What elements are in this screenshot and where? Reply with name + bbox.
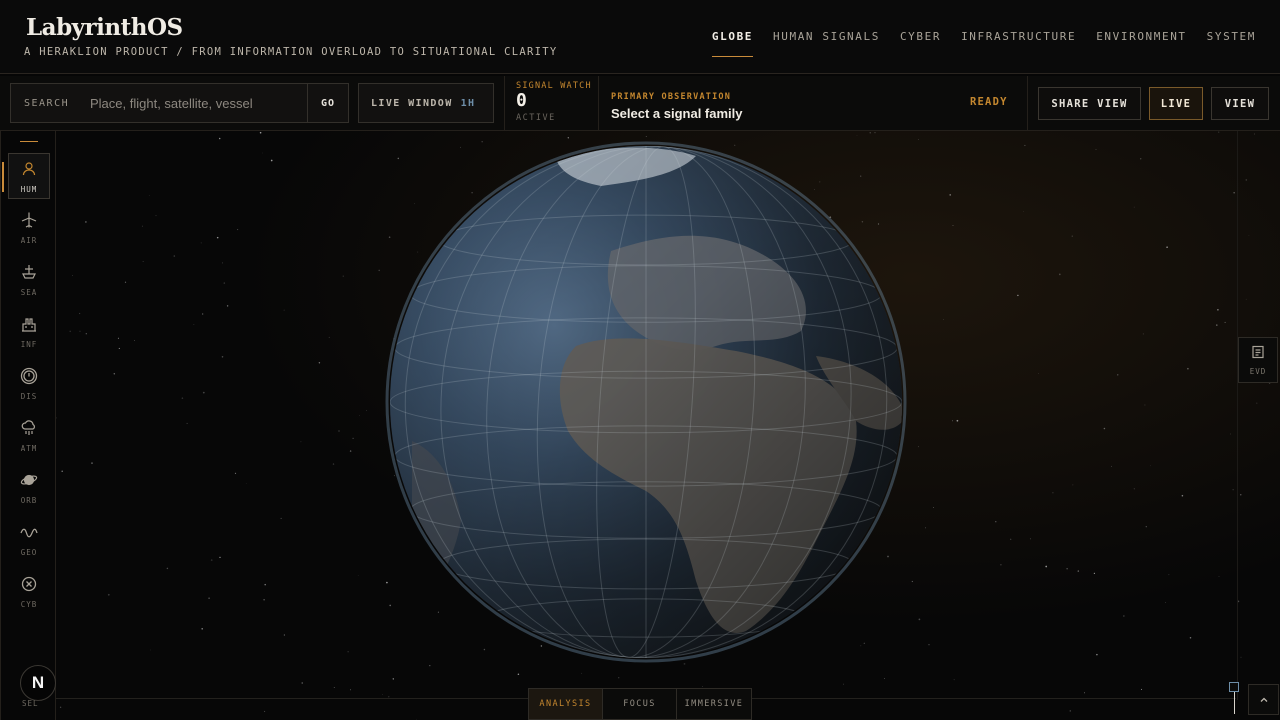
rail-item-label: DIS [20,392,38,401]
mode-immersive[interactable]: IMMERSIVE [677,689,751,719]
rail-item-label: AIR [20,236,38,245]
evidence-panel-label: EVD [1249,367,1267,376]
live-button[interactable]: LIVE [1149,87,1203,120]
signal-watch-sub: ACTIVE [516,113,556,123]
factory-icon [22,318,36,332]
rail-item-label: GEO [20,548,38,557]
nav-cyber[interactable]: CYBER [900,30,941,57]
rail-item-geo[interactable]: GEO [8,517,50,563]
person-icon [22,162,36,176]
airplane-icon [21,212,37,228]
document-icon [1252,345,1264,359]
rail-sel-label: SEL [22,699,39,708]
rail-item-label: SEA [20,288,38,297]
signal-watch-count: 0 [516,90,527,111]
rail-item-label: CYB [20,600,38,609]
search-box: SEARCH GO [10,83,349,123]
live-window-label: LIVE WINDOW [371,97,453,109]
rail-indicator [20,141,38,142]
status-badge: READY [970,96,1008,108]
rail-item-label: INF [20,340,38,349]
globe-viewport[interactable] [56,131,1280,720]
rail-item-hum[interactable]: HUM [2,153,50,199]
timeline-playhead [1234,692,1235,714]
brand-tagline: A HERAKLION PRODUCT / FROM INFORMATION O… [24,46,558,58]
evidence-panel-toggle[interactable]: EVD [1238,337,1278,383]
alert-circle-icon [20,367,38,385]
left-rail: HUM AIR SEA INF DIS ATM ORB GEO CYB N SE… [0,131,56,720]
rail-item-label: ATM [20,444,38,453]
ship-icon [22,265,36,279]
timeline-scrubber[interactable] [1229,682,1239,692]
nav-infrastructure[interactable]: INFRASTRUCTURE [961,30,1076,57]
share-view-button[interactable]: SHARE VIEW [1038,87,1141,120]
rail-item-label: HUM [20,185,38,194]
signal-watch: SIGNAL WATCH 0 ACTIVE [504,76,599,131]
primary-observation: PRIMARY OBSERVATION Select a signal fami… [611,92,743,121]
chevron-up-icon [1260,697,1267,702]
cloud-rain-icon [21,420,35,435]
rail-item-cyb[interactable]: CYB [8,569,50,615]
globe-land [390,146,902,658]
view-button[interactable]: VIEW [1211,87,1269,120]
nav-globe[interactable]: GLOBE [711,30,754,57]
globe[interactable] [56,131,1280,720]
toolbar: SEARCH GO LIVE WINDOW 1H SIGNAL WATCH 0 … [0,76,1280,131]
rail-item-air[interactable]: AIR [8,205,50,251]
mode-focus[interactable]: FOCUS [603,689,677,719]
rail-item-inf[interactable]: INF [8,309,50,355]
rail-item-atm[interactable]: ATM [8,413,50,459]
expand-up-button[interactable] [1248,684,1279,715]
wave-icon [20,528,38,538]
primary-observation-title: PRIMARY OBSERVATION [611,92,732,102]
rail-item-sea[interactable]: SEA [8,257,50,303]
planet-icon [20,474,38,486]
brand-logo[interactable]: LabyrinthOS [26,14,183,41]
n-logo-badge[interactable]: N [20,665,56,701]
live-window-selector[interactable]: LIVE WINDOW 1H [358,83,494,123]
live-window-value: 1H [460,97,476,109]
go-button[interactable]: GO [308,84,348,122]
nav-human-signals[interactable]: HUMAN SIGNALS [773,30,880,57]
rail-item-label: ORB [20,496,38,505]
toolbar-divider [1027,76,1028,131]
search-label: SEARCH [24,97,70,109]
stage-frame [1237,131,1238,700]
nav-system[interactable]: SYSTEM [1207,30,1256,57]
rail-item-orb[interactable]: ORB [8,465,50,511]
shield-x-icon [21,576,37,592]
rail-item-dis[interactable]: DIS [8,361,50,407]
main-nav: GLOBE HUMAN SIGNALS CYBER INFRASTRUCTURE… [711,30,1256,57]
view-mode-switch: ANALYSIS FOCUS IMMERSIVE [528,688,752,720]
mode-analysis[interactable]: ANALYSIS [529,689,603,719]
nav-environment[interactable]: ENVIRONMENT [1096,30,1186,57]
app-header: LabyrinthOS A HERAKLION PRODUCT / FROM I… [0,0,1280,74]
signal-watch-title: SIGNAL WATCH [516,81,592,91]
primary-observation-value: Select a signal family [611,106,743,121]
search-input[interactable] [90,84,308,122]
